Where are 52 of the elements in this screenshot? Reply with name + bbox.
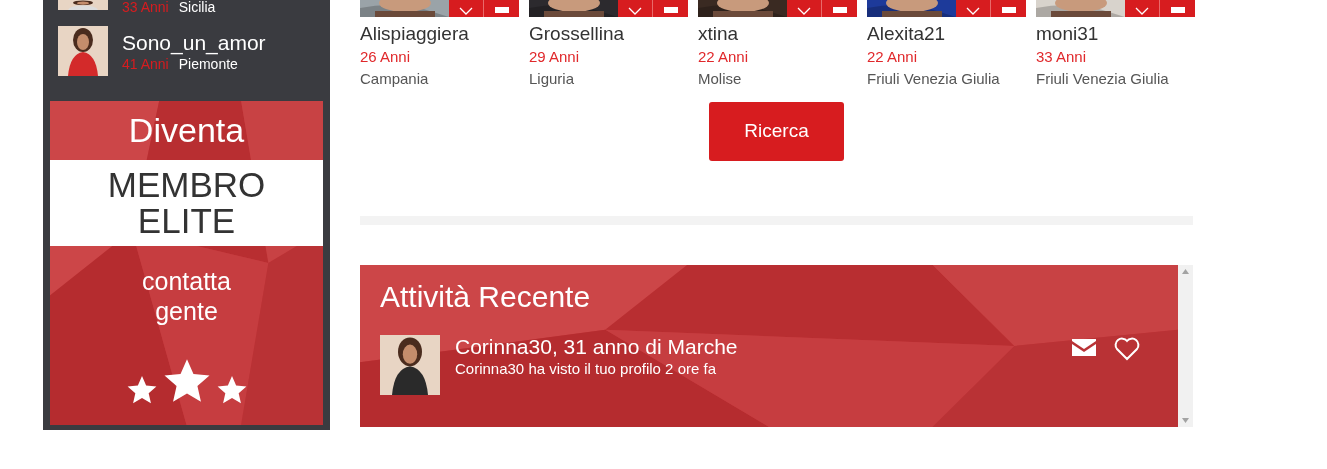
like-button[interactable] (1125, 0, 1160, 17)
banner-caption: contatta (142, 266, 231, 296)
profile-name[interactable]: Grossellina (529, 22, 688, 46)
heart-icon[interactable] (1114, 337, 1140, 361)
scroll-up-icon[interactable] (1182, 269, 1189, 274)
banner-title: MEMBRO (107, 167, 266, 203)
profile-age: 22 Anni (698, 47, 750, 67)
profile-region: Liguria (529, 69, 576, 89)
like-button[interactable] (449, 0, 484, 17)
envelope-icon (663, 7, 678, 13)
member-region: Piemonte (178, 56, 238, 72)
banner-title: ELITE (137, 203, 236, 239)
envelope-icon (1001, 7, 1016, 13)
like-button[interactable] (618, 0, 653, 17)
profile-region: Molise (698, 69, 743, 89)
profile-region: Campania (360, 69, 430, 89)
profile-name[interactable]: Alexita21 (867, 22, 1026, 46)
profile-name[interactable]: moni31 (1036, 22, 1195, 46)
elite-banner[interactable]: Diventa MEMBRO ELITE contatta gente (50, 101, 323, 425)
member-region: Sicilia (178, 0, 216, 15)
message-button[interactable] (822, 0, 857, 17)
envelope-icon (1170, 7, 1185, 13)
banner-heading: Diventa (128, 110, 245, 151)
member-age: 33 Anni (122, 0, 169, 15)
member-name[interactable]: Sono_un_amor (122, 30, 266, 56)
star-icon (125, 374, 158, 406)
profile-name[interactable]: xtina (698, 22, 857, 46)
message-button[interactable] (484, 0, 519, 17)
search-button[interactable]: Ricerca (709, 102, 844, 161)
like-button[interactable] (956, 0, 991, 17)
profile-name[interactable]: Alispiaggiera (360, 22, 519, 46)
profile-age: 26 Anni (360, 47, 412, 67)
envelope-icon[interactable] (1071, 337, 1097, 357)
banner-caption: gente (155, 296, 218, 326)
message-button[interactable] (991, 0, 1026, 17)
scroll-down-icon[interactable] (1182, 418, 1189, 423)
panel-title: Attività Recente (380, 279, 592, 315)
profile-region: Friuli Venezia Giulia (867, 69, 1001, 89)
like-button[interactable] (787, 0, 822, 17)
activity-headline[interactable]: Corinna30, 31 anno di Marche (455, 335, 1071, 359)
profile-age: 22 Anni (867, 47, 919, 67)
envelope-icon (832, 7, 847, 13)
member-age: 41 Anni (122, 56, 169, 72)
profile-age: 29 Anni (529, 47, 581, 67)
profile-region: Friuli Venezia Giulia (1036, 69, 1170, 89)
profile-age: 33 Anni (1036, 47, 1088, 67)
scrollbar[interactable] (1178, 265, 1193, 427)
message-button[interactable] (1160, 0, 1195, 17)
star-icon (215, 374, 248, 406)
message-button[interactable] (653, 0, 688, 17)
activity-detail: Corinna30 ha visto il tuo profilo 2 ore fa (455, 359, 717, 379)
envelope-icon (494, 7, 509, 13)
